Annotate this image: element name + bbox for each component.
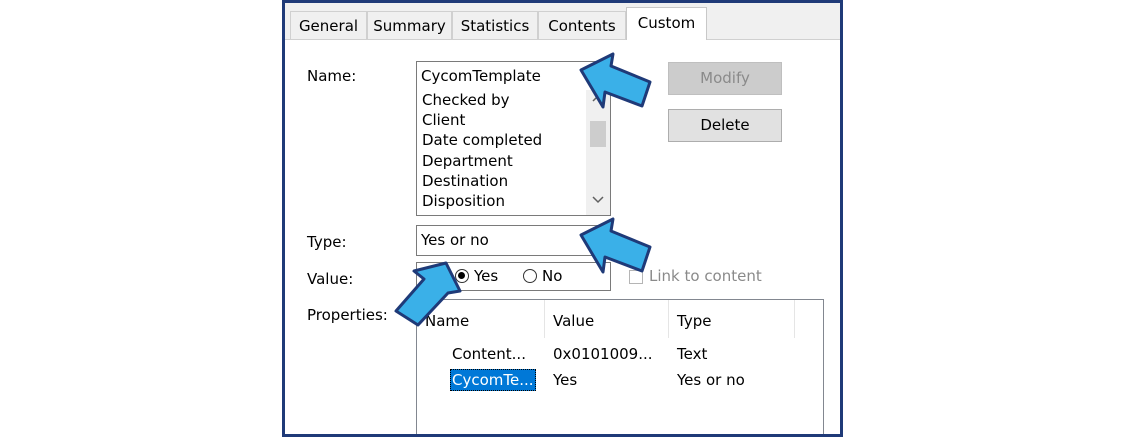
name-label: Name: bbox=[307, 67, 357, 85]
callout-arrow-icon bbox=[394, 261, 462, 327]
yes-radio-label[interactable]: Yes bbox=[474, 267, 498, 285]
table-cell-type[interactable]: Yes or no bbox=[677, 369, 745, 391]
column-header-value[interactable]: Value bbox=[545, 300, 669, 338]
column-header-type[interactable]: Type bbox=[669, 300, 795, 338]
callout-arrow-icon bbox=[579, 217, 652, 274]
list-item[interactable]: Date completed bbox=[417, 130, 610, 150]
tab-contents[interactable]: Contents bbox=[538, 11, 626, 39]
delete-button[interactable]: Delete bbox=[668, 109, 782, 142]
modify-button[interactable]: Modify bbox=[668, 62, 782, 95]
properties-label: Properties: bbox=[307, 306, 388, 324]
tab-custom[interactable]: Custom bbox=[626, 7, 707, 40]
tab-general[interactable]: General bbox=[290, 11, 367, 39]
down-arrow-icon[interactable] bbox=[592, 196, 604, 204]
list-item[interactable]: Department bbox=[417, 151, 610, 171]
tab-summary[interactable]: Summary bbox=[367, 11, 452, 39]
list-item[interactable]: Destination bbox=[417, 171, 610, 191]
link-to-content-label[interactable]: Link to content bbox=[649, 267, 762, 285]
value-label: Value: bbox=[307, 270, 354, 288]
tab-statistics[interactable]: Statistics bbox=[452, 11, 538, 39]
properties-dialog: General Summary Statistics Contents Cust… bbox=[282, 0, 843, 437]
scrollbar-thumb[interactable] bbox=[590, 121, 606, 147]
table-cell-value[interactable]: 0x0101009... bbox=[553, 343, 653, 365]
type-label: Type: bbox=[307, 233, 347, 251]
table-cell-type[interactable]: Text bbox=[677, 343, 707, 365]
no-radio-label[interactable]: No bbox=[542, 267, 562, 285]
properties-table[interactable]: Name Value Type Content... 0x0101009... … bbox=[416, 299, 824, 434]
callout-arrow-icon bbox=[579, 52, 652, 109]
custom-tab-panel: Name: CycomTemplate Checked by Client Da… bbox=[285, 40, 840, 434]
list-item[interactable]: Disposition bbox=[417, 191, 610, 211]
no-radio[interactable] bbox=[523, 269, 537, 283]
table-cell-name-selected[interactable]: CycomTe... bbox=[450, 369, 536, 391]
table-cell-name[interactable]: Content... bbox=[452, 343, 526, 365]
table-cell-value[interactable]: Yes bbox=[553, 369, 577, 391]
